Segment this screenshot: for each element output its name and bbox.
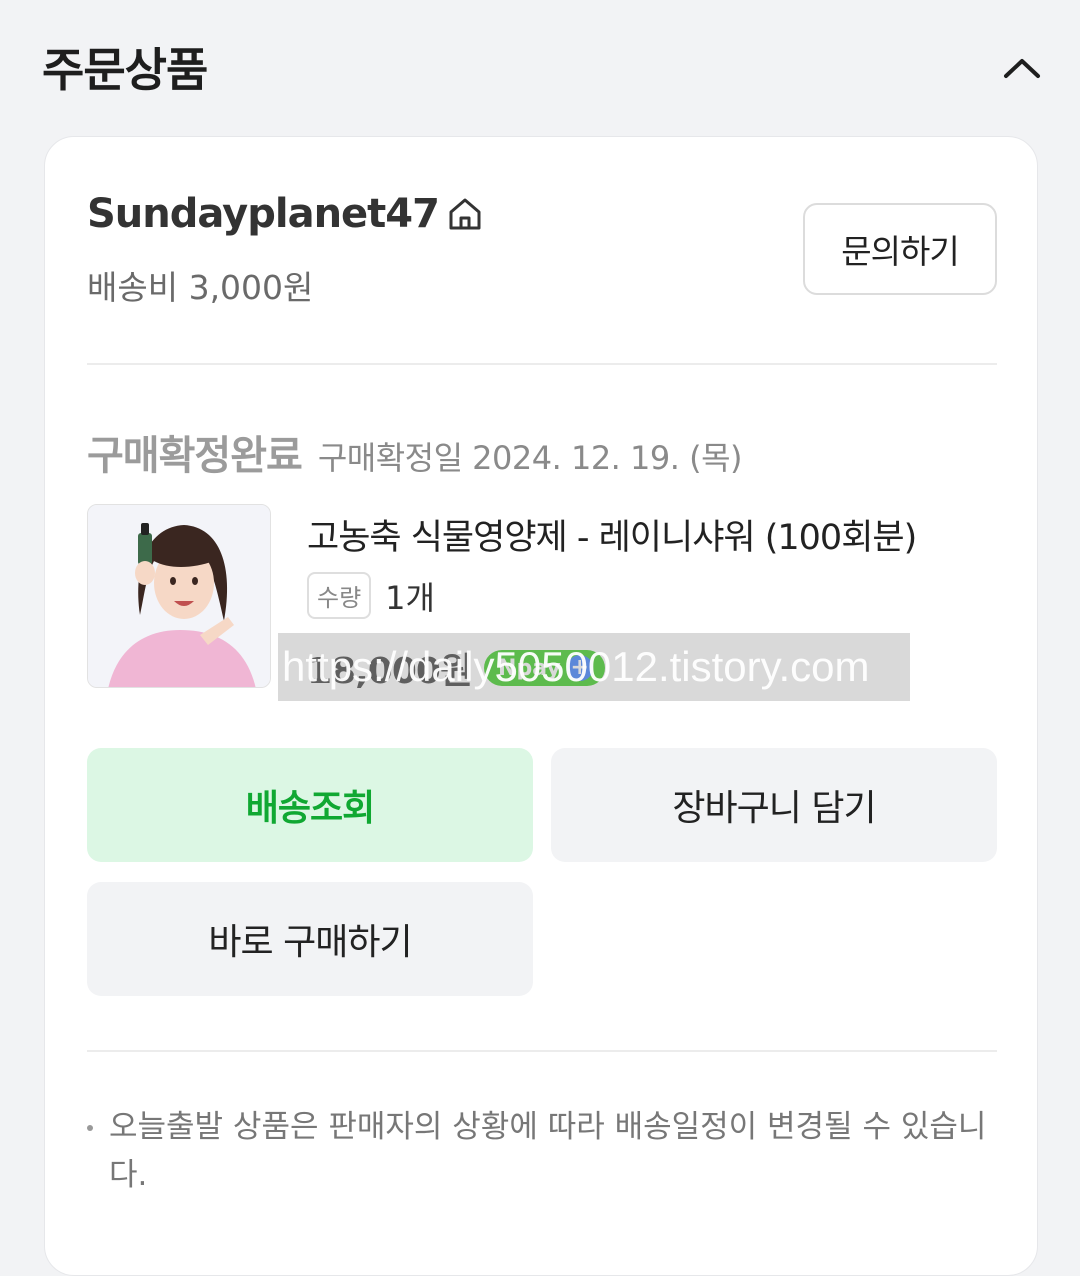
add-to-cart-button[interactable]: 장바구니 담기	[551, 748, 997, 862]
quantity-label: 수량	[307, 572, 372, 619]
product-name[interactable]: 고농축 식물영양제 - 레이니샤워 (100회분)	[307, 509, 917, 560]
track-delivery-button[interactable]: 배송조회	[87, 748, 533, 862]
collapse-button[interactable]	[1000, 48, 1044, 88]
seller-name-text[interactable]: Sundayplanet47	[87, 191, 440, 237]
shipping-fee: 배송비 3,000원	[87, 268, 314, 307]
confirm-date: 구매확정일 2024. 12. 19. (목)	[317, 439, 743, 477]
inquiry-button[interactable]: 문의하기	[803, 203, 997, 295]
order-items-header: 주문상품	[0, 0, 1080, 136]
order-status-row: 구매확정완료 구매확정일 2024. 12. 19. (목)	[87, 423, 743, 481]
seller-name[interactable]: Sundayplanet47	[87, 191, 485, 237]
store-home-icon[interactable]	[445, 194, 485, 234]
product-thumbnail[interactable]	[87, 504, 271, 688]
chevron-up-icon	[1004, 59, 1040, 78]
delivery-notice: 오늘출발 상품은 판매자의 상황에 따라 배송일정이 변경될 수 있습니다.	[87, 1103, 987, 1199]
quantity-value: 1개	[385, 578, 435, 617]
divider	[87, 1050, 997, 1052]
section-title: 주문상품	[42, 43, 208, 97]
divider	[87, 363, 997, 365]
buy-now-button[interactable]: 바로 구매하기	[87, 882, 533, 996]
order-status: 구매확정완료	[87, 433, 303, 479]
quantity-row: 수량 1개	[307, 572, 435, 619]
watermark: https://daily5050012.tistory.com	[278, 633, 910, 701]
product-photo	[88, 505, 270, 687]
order-item-card: Sundayplanet47 배송비 3,000원 문의하기 구매확정완료 구매…	[44, 136, 1038, 1276]
